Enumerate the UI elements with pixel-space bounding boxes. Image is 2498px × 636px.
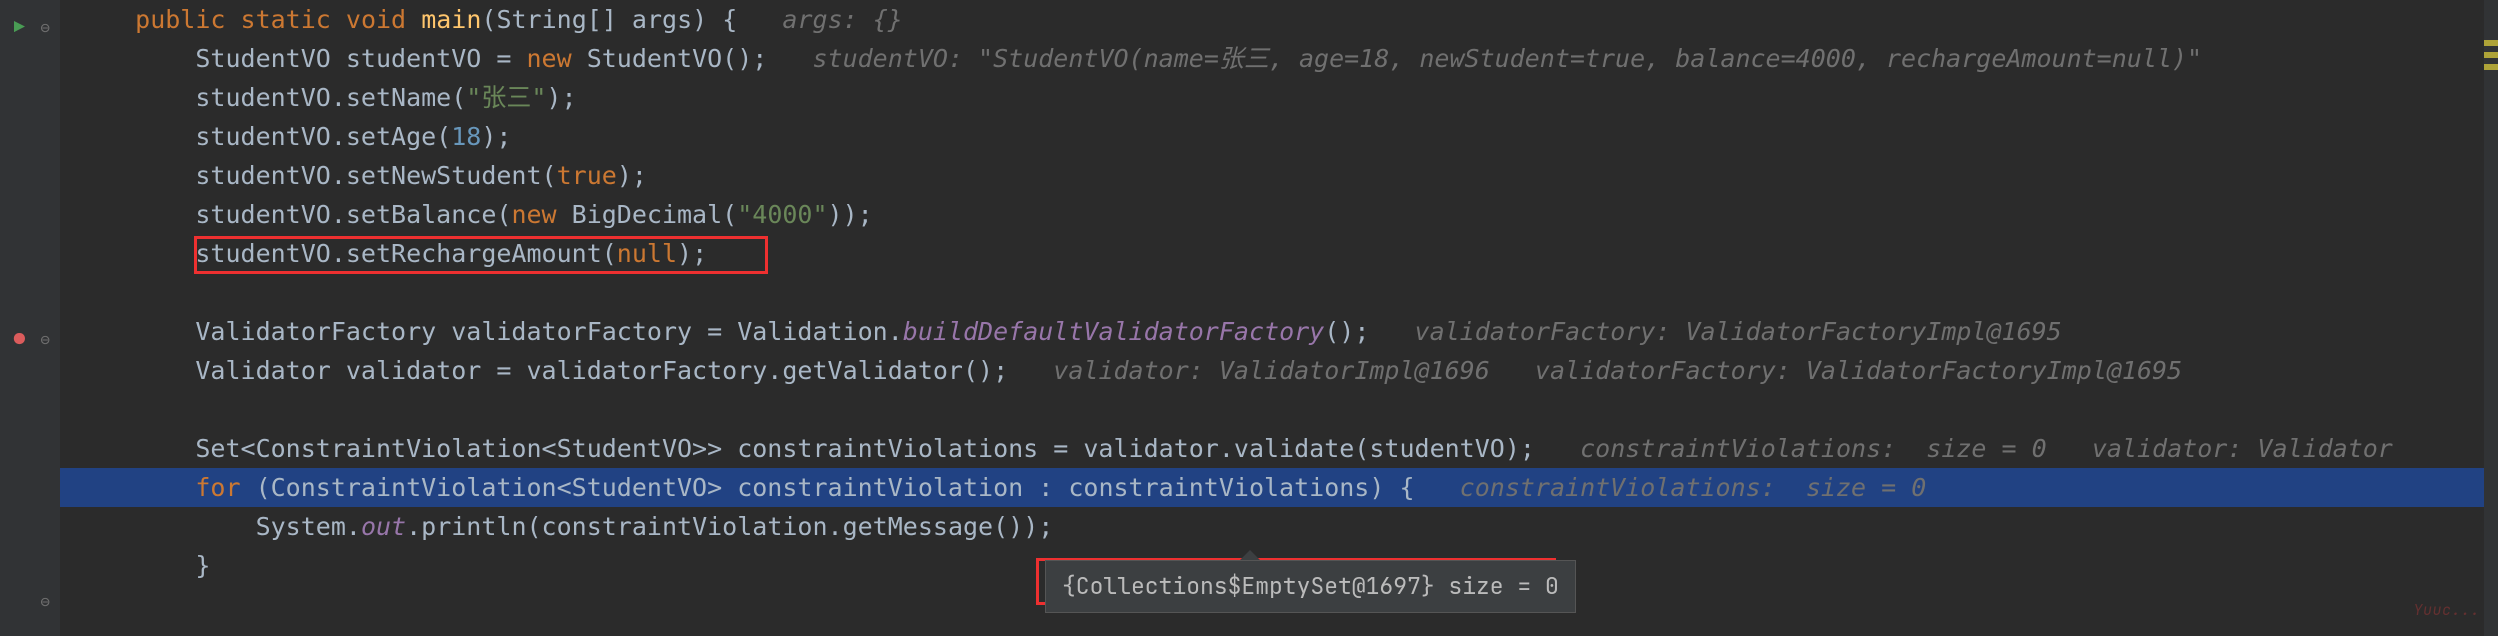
code-text: ); <box>546 83 576 112</box>
code-text: StudentVO(); <box>572 44 768 73</box>
fold-icon[interactable]: ⊖ <box>40 320 50 359</box>
inlay-hint: studentVO: "StudentVO(name=张三, age=18, n… <box>767 44 2202 73</box>
code-text: BigDecimal( <box>557 200 738 229</box>
stripe-marker[interactable] <box>2484 52 2498 58</box>
watermark: Yuuc... <box>2413 591 2480 630</box>
code-text: studentVO.setName( <box>195 83 466 112</box>
inlay-hint: validatorFactory: ValidatorFactoryImpl@1… <box>1369 317 2061 346</box>
code-line[interactable] <box>60 390 2498 429</box>
code-text: studentVO.setBalance( <box>195 200 511 229</box>
code-line-current[interactable]: for (ConstraintViolation<StudentVO> cons… <box>60 468 2498 507</box>
code-line[interactable]: studentVO.setBalance(new BigDecimal("400… <box>60 195 2498 234</box>
gutter: ▶ ⊖ ● ⊖ ⊖ <box>0 0 60 636</box>
code-text: (String[] args) { <box>481 5 737 34</box>
code-line[interactable]: ValidatorFactory validatorFactory = Vali… <box>60 312 2498 351</box>
code-line[interactable]: studentVO.setNewStudent(true); <box>60 156 2498 195</box>
inlay-hint: args: {} <box>737 5 903 34</box>
code-line[interactable]: public static void main(String[] args) {… <box>60 0 2498 39</box>
keyword: true <box>557 161 617 190</box>
code-text: studentVO.setRechargeAmount( <box>195 239 616 268</box>
keyword: null <box>617 239 677 268</box>
code-text: (); <box>1324 317 1369 346</box>
fold-icon[interactable]: ⊖ <box>40 582 50 621</box>
code-text: ); <box>617 161 647 190</box>
code-editor[interactable]: ▶ ⊖ ● ⊖ ⊖ public static void main(String… <box>0 0 2498 636</box>
keyword: void <box>346 5 406 34</box>
code-line[interactable]: studentVO.setAge(18); <box>60 117 2498 156</box>
tooltip-arrow-icon <box>1240 550 1260 560</box>
keyword: static <box>241 5 331 34</box>
code-text: } <box>195 551 210 580</box>
code-text: System. <box>256 512 361 541</box>
code-line[interactable] <box>60 273 2498 312</box>
code-text: (ConstraintViolation<StudentVO> constrai… <box>241 473 1415 502</box>
code-area[interactable]: public static void main(String[] args) {… <box>60 0 2498 636</box>
keyword: public <box>135 5 225 34</box>
code-text: .println(constraintViolation.getMessage(… <box>406 512 1053 541</box>
keyword: for <box>195 473 240 502</box>
method-italic: buildDefaultValidatorFactory <box>903 317 1324 346</box>
fold-icon[interactable]: ⊖ <box>40 8 50 47</box>
keyword: new <box>527 44 572 73</box>
tooltip-text: {Collections$EmptySet@1697} size = 0 <box>1062 571 1559 601</box>
field-ref: out <box>361 512 406 541</box>
code-line[interactable]: StudentVO studentVO = new StudentVO(); s… <box>60 39 2498 78</box>
method-name: main <box>421 5 481 34</box>
code-line[interactable]: studentVO.setRechargeAmount(null); <box>60 234 2498 273</box>
string-literal: "张三" <box>466 83 546 112</box>
code-line[interactable]: studentVO.setName("张三"); <box>60 78 2498 117</box>
error-stripe[interactable] <box>2484 0 2498 636</box>
number-literal: 18 <box>451 122 481 151</box>
code-text: Validator validator = validatorFactory.g… <box>195 356 1008 385</box>
code-line[interactable]: System.out.println(constraintViolation.g… <box>60 507 2498 546</box>
string-literal: "4000" <box>737 200 827 229</box>
code-text: ); <box>481 122 511 151</box>
breakpoint-icon[interactable]: ● <box>14 320 25 359</box>
code-line[interactable]: Set<ConstraintViolation<StudentVO>> cons… <box>60 429 2498 468</box>
debug-tooltip[interactable]: {Collections$EmptySet@1697} size = 0 <box>1045 560 1576 613</box>
inlay-hint: constraintViolations: size = 0 <box>1415 473 1927 502</box>
code-text: ValidatorFactory validatorFactory = Vali… <box>195 317 902 346</box>
stripe-marker[interactable] <box>2484 64 2498 70</box>
inlay-hint: validator: ValidatorImpl@1696 validatorF… <box>1008 356 2182 385</box>
code-text: Set<ConstraintViolation<StudentVO>> cons… <box>195 434 1535 463</box>
keyword: new <box>511 200 556 229</box>
code-text: studentVO.setAge( <box>195 122 451 151</box>
code-text: StudentVO studentVO = <box>195 44 526 73</box>
run-icon[interactable]: ▶ <box>14 8 25 47</box>
inlay-hint: constraintViolations: size = 0 validator… <box>1535 434 2393 463</box>
code-text: studentVO.setNewStudent( <box>195 161 556 190</box>
code-line[interactable]: Validator validator = validatorFactory.g… <box>60 351 2498 390</box>
code-text: )); <box>828 200 873 229</box>
code-text: ); <box>677 239 707 268</box>
stripe-marker[interactable] <box>2484 40 2498 46</box>
